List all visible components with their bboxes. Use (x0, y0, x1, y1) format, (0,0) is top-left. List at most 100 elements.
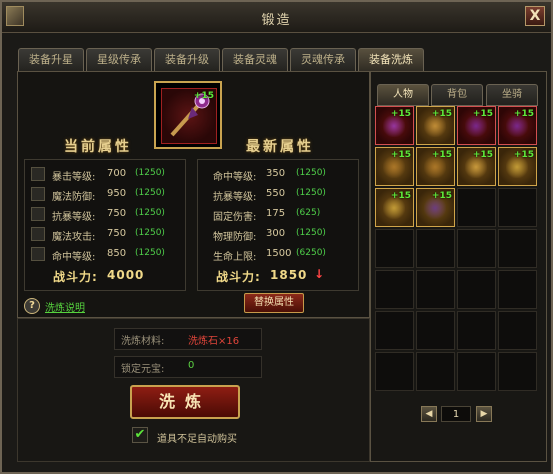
current-stat-row: 魔法攻击: 750 (1250) (25, 224, 185, 244)
item-plus-level: +15 (513, 109, 534, 119)
stat-max: (1250) (296, 188, 326, 198)
tab-equip-refine[interactable]: 装备洗炼 (358, 48, 424, 72)
inventory-slot[interactable]: +15 (416, 147, 455, 186)
inventory-slot[interactable] (498, 188, 537, 227)
inventory-slot[interactable]: +15 (416, 188, 455, 227)
inventory-slot[interactable] (416, 270, 455, 309)
stat-max: (1250) (296, 228, 326, 238)
current-stat-row: 命中等级: 850 (1250) (25, 244, 185, 264)
inventory-slot[interactable]: +15 (498, 106, 537, 145)
latest-stat-row: 命中等级: 350 (1250) (198, 164, 358, 184)
lock-checkbox[interactable] (31, 187, 45, 201)
inventory-slot[interactable] (457, 229, 496, 268)
inventory-slot[interactable]: +15 (375, 147, 414, 186)
auto-buy-label: 道具不足自动购买 (157, 434, 237, 445)
item-plus-level: +15 (390, 191, 411, 201)
item-plus-level: +15 (390, 109, 411, 119)
inventory-slot[interactable]: +15 (457, 147, 496, 186)
replace-attributes-button[interactable]: 替换属性 (244, 293, 304, 313)
inventory-slot[interactable] (416, 229, 455, 268)
stat-value: 950 (107, 188, 127, 199)
inventory-slot[interactable] (416, 352, 455, 391)
inventory-slot[interactable] (498, 352, 537, 391)
latest-stat-row: 生命上限: 1500 (6250) (198, 244, 358, 264)
tab-mount[interactable]: 坐骑 (486, 84, 538, 106)
lock-checkbox[interactable] (31, 207, 45, 221)
inventory-slot[interactable] (375, 229, 414, 268)
tab-character[interactable]: 人物 (377, 84, 429, 106)
latest-stats-box: 命中等级: 350 (1250) 抗暴等级: 550 (1250) 固定伤害: … (197, 159, 359, 291)
current-stat-row: 暴击等级: 700 (1250) (25, 164, 185, 184)
tab-equip-upgrade[interactable]: 装备升级 (154, 48, 220, 71)
current-power-value: 4000 (107, 268, 145, 282)
inventory-slot[interactable] (457, 352, 496, 391)
lock-checkbox[interactable] (31, 167, 45, 181)
stat-max: (625) (296, 208, 321, 218)
inventory-slot[interactable]: +15 (457, 106, 496, 145)
inventory-slot[interactable]: +15 (498, 147, 537, 186)
stat-value: 750 (107, 228, 127, 239)
inventory-slot[interactable] (375, 311, 414, 350)
latest-stat-row: 固定伤害: 175 (625) (198, 204, 358, 224)
stat-value: 1500 (266, 248, 292, 259)
stat-value: 175 (266, 208, 286, 219)
stat-value: 750 (107, 208, 127, 219)
inventory-slot[interactable]: +15 (375, 188, 414, 227)
inventory-slot[interactable] (498, 270, 537, 309)
stat-label: 命中等级: (52, 252, 96, 263)
tab-bag[interactable]: 背包 (431, 84, 483, 106)
inventory-slot[interactable] (375, 270, 414, 309)
stat-label: 魔法攻击: (52, 232, 96, 243)
current-stat-row: 抗暴等级: 750 (1250) (25, 204, 185, 224)
tab-star-inherit[interactable]: 星级传承 (86, 48, 152, 71)
tab-soul-inherit[interactable]: 灵魂传承 (290, 48, 356, 71)
inventory-slot[interactable] (498, 229, 537, 268)
auto-buy-checkbox[interactable]: ✔ (132, 427, 148, 443)
lock-checkbox[interactable] (31, 247, 45, 261)
item-plus-level: +15 (513, 150, 534, 160)
stat-label: 命中等级: (213, 172, 257, 183)
stat-value: 850 (107, 248, 127, 259)
current-power-label: 战斗力: (53, 270, 98, 284)
inventory-slot[interactable] (457, 270, 496, 309)
stat-value: 300 (266, 228, 286, 239)
material-label: 洗炼材料: (121, 336, 165, 347)
help-icon[interactable]: ? (24, 298, 40, 314)
stat-label: 生命上限: (213, 252, 257, 263)
prev-page-button[interactable]: ◀ (421, 406, 437, 422)
inventory-slot[interactable] (498, 311, 537, 350)
inventory-slot[interactable] (457, 311, 496, 350)
inventory-slot[interactable]: +15 (375, 106, 414, 145)
stat-label: 物理防御: (213, 232, 257, 243)
stat-label: 暴击等级: (52, 172, 96, 183)
stat-label: 抗暴等级: (213, 192, 257, 203)
refine-help-link[interactable]: 洗炼说明 (45, 299, 85, 314)
refine-button[interactable]: 洗炼 (130, 385, 240, 419)
locked-gold-value: 0 (188, 360, 195, 371)
inventory-slot[interactable] (375, 352, 414, 391)
material-field: 洗炼材料: 洗炼石×16 (114, 328, 262, 350)
item-plus-level: +15 (472, 150, 493, 160)
stat-label: 抗暴等级: (52, 212, 96, 223)
item-plus-level: +15 (431, 150, 452, 160)
item-plus-level: +15 (431, 109, 452, 119)
current-attributes-title: 当前属性 (64, 139, 132, 155)
close-button[interactable]: X (525, 6, 545, 26)
latest-power-value: 1850 (270, 268, 308, 282)
next-page-button[interactable]: ▶ (476, 406, 492, 422)
inventory-slot[interactable] (457, 188, 496, 227)
tab-equip-soul[interactable]: 装备灵魂 (222, 48, 288, 71)
locked-gold-label: 锁定元宝: (121, 364, 165, 375)
selected-item-slot[interactable]: +15 (154, 81, 222, 149)
inventory-slot[interactable]: +15 (416, 106, 455, 145)
latest-stat-row: 物理防御: 300 (1250) (198, 224, 358, 244)
stat-max: (1250) (135, 228, 165, 238)
stat-max: (1250) (135, 168, 165, 178)
stat-label: 固定伤害: (213, 212, 257, 223)
inventory-slot[interactable] (416, 311, 455, 350)
tab-equip-star[interactable]: 装备升星 (18, 48, 84, 71)
item-plus-level: +15 (431, 191, 452, 201)
stat-max: (1250) (296, 168, 326, 178)
current-stat-row: 魔法防御: 950 (1250) (25, 184, 185, 204)
lock-checkbox[interactable] (31, 227, 45, 241)
